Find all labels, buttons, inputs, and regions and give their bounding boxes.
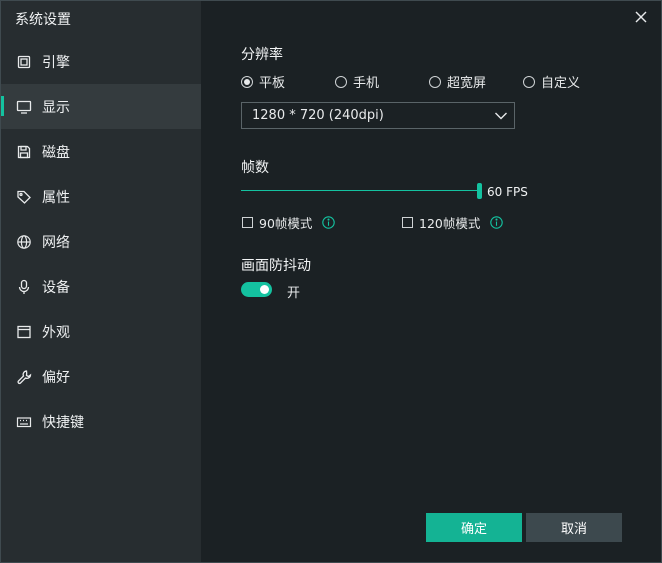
fps-title: 帧数: [241, 160, 269, 176]
sidebar-nav: 引擎 显示 磁盘 属性 网络 设备 外观 偏好 快捷键: [1, 39, 201, 444]
sidebar-item-label: 显示: [42, 99, 70, 116]
sidebar-item-shortcuts[interactable]: 快捷键: [1, 399, 201, 444]
sidebar-item-disk[interactable]: 磁盘: [1, 129, 201, 174]
stabilization-state: 开: [287, 286, 301, 301]
settings-window: 系统设置 引擎 显示 磁盘 属性 网络 设备 外观 偏好 快捷键 分辨率 平板 …: [0, 0, 662, 563]
fps-slider-track: [241, 190, 479, 191]
resolution-select[interactable]: 1280 * 720 (240dpi): [241, 102, 515, 129]
sidebar-item-label: 外观: [42, 324, 70, 341]
checkbox-120fps[interactable]: 120帧模式: [402, 213, 504, 232]
resolution-title: 分辨率: [241, 47, 283, 63]
sidebar-item-appearance[interactable]: 外观: [1, 309, 201, 354]
radio-indicator: [523, 75, 535, 88]
save-disk-icon: [16, 144, 32, 160]
info-icon[interactable]: [322, 216, 336, 229]
sidebar-item-label: 网络: [42, 234, 70, 251]
checkbox-label: 120帧模式: [419, 216, 481, 231]
checkbox-90fps[interactable]: 90帧模式: [242, 213, 336, 232]
monitor-icon: [16, 99, 32, 115]
radio-label: 超宽屏: [447, 76, 487, 91]
wrench-icon: [16, 369, 32, 385]
globe-icon: [16, 234, 32, 250]
sidebar-item-preferences[interactable]: 偏好: [1, 354, 201, 399]
radio-phone[interactable]: 手机: [335, 72, 429, 91]
engine-chip-icon: [16, 54, 32, 70]
info-icon[interactable]: [490, 216, 504, 229]
sidebar-item-properties[interactable]: 属性: [1, 174, 201, 219]
radio-indicator: [241, 75, 253, 88]
radio-indicator: [429, 75, 441, 88]
window-title: 系统设置: [15, 12, 71, 28]
chevron-down-icon: [494, 110, 508, 122]
sidebar-item-label: 引擎: [42, 54, 70, 71]
sidebar-item-network[interactable]: 网络: [1, 219, 201, 264]
sidebar-item-label: 属性: [42, 189, 70, 206]
sidebar-item-label: 磁盘: [42, 144, 70, 161]
fps-slider-thumb[interactable]: [477, 183, 482, 199]
radio-label: 平板: [259, 76, 286, 91]
sidebar-item-label: 快捷键: [42, 414, 84, 431]
radio-tablet[interactable]: 平板: [241, 72, 335, 91]
toggle-knob: [260, 285, 269, 294]
confirm-button[interactable]: 确定: [426, 513, 522, 542]
sidebar-item-device[interactable]: 设备: [1, 264, 201, 309]
microphone-icon: [16, 279, 32, 295]
stabilization-title: 画面防抖动: [241, 258, 311, 274]
sidebar-item-label: 设备: [42, 279, 70, 296]
checkbox-box: [402, 217, 413, 228]
fps-value: 60 FPS: [487, 185, 528, 199]
sidebar: 系统设置 引擎 显示 磁盘 属性 网络 设备 外观 偏好 快捷键: [1, 1, 201, 562]
resolution-radio-group: 平板 手机 超宽屏 自定义: [241, 72, 617, 91]
window-icon: [16, 324, 32, 340]
checkbox-box: [242, 217, 253, 228]
radio-custom[interactable]: 自定义: [523, 72, 617, 91]
stabilization-toggle[interactable]: [241, 282, 272, 297]
radio-label: 自定义: [541, 76, 581, 91]
keyboard-icon: [16, 414, 32, 430]
sidebar-item-engine[interactable]: 引擎: [1, 39, 201, 84]
sidebar-item-label: 偏好: [42, 369, 70, 386]
settings-content: 分辨率 平板 手机 超宽屏 自定义 1280 * 720 (240dpi) 帧数…: [241, 1, 641, 562]
checkbox-label: 90帧模式: [259, 216, 313, 231]
resolution-select-value: 1280 * 720 (240dpi): [252, 108, 384, 123]
tag-icon: [16, 189, 32, 205]
sidebar-item-display[interactable]: 显示: [1, 84, 201, 129]
radio-ultrawide[interactable]: 超宽屏: [429, 72, 523, 91]
fps-slider[interactable]: [241, 183, 483, 199]
radio-indicator: [335, 75, 347, 88]
radio-label: 手机: [353, 76, 380, 91]
cancel-button[interactable]: 取消: [526, 513, 622, 542]
